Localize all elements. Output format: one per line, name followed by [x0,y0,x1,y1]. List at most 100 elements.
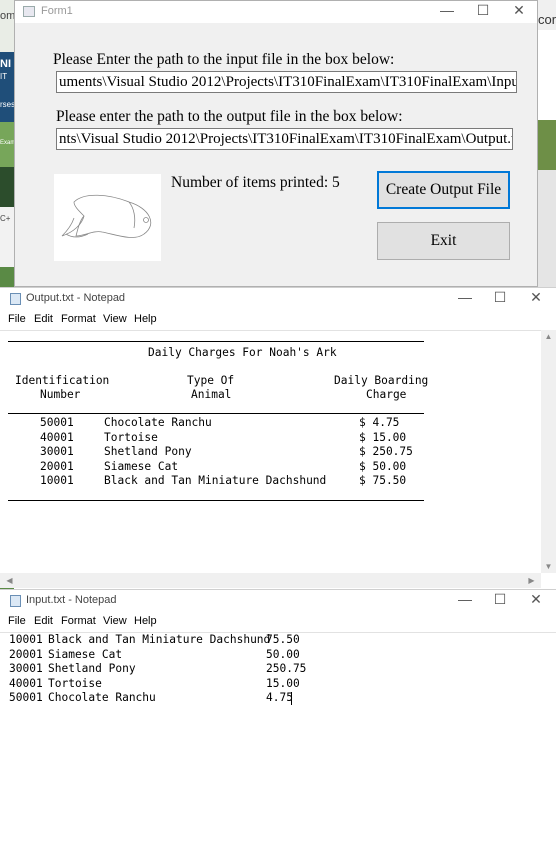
header-id-line2: Number [40,388,81,401]
header-type-line2: Animal [191,388,232,401]
row-animal: Chocolate Ranchu [104,416,212,429]
text-caret [291,692,292,705]
title-bar: Form1 — ☐ ✕ [15,1,537,23]
menu-help[interactable]: Help [134,313,157,325]
header-type-line1: Type Of [187,374,235,387]
items-printed-label: Number of items printed: 5 [171,174,340,191]
line-animal: Siamese Cat [48,647,123,661]
background-desktop-right [538,0,556,290]
maximize-button[interactable]: ☐ [465,1,501,21]
minimize-button[interactable]: — [447,288,483,308]
line-id: 30001 [9,662,43,675]
row-id: 40001 [40,430,74,444]
divider [8,341,424,342]
menu-bar: File Edit Format View Help [0,612,556,632]
menu-edit[interactable]: Edit [34,313,53,325]
scroll-up-icon[interactable]: ▲ [541,332,556,341]
input-path-value: uments\Visual Studio 2012\Projects\IT310… [59,74,517,90]
row-charge: $ 50.00 [359,459,407,473]
row-id: 20001 [40,459,74,473]
background-text: NI [0,58,11,70]
row-animal: Black and Tan Miniature Dachshund [104,474,327,487]
window-title: Form1 [41,5,73,17]
line-value: 250.75 [266,662,307,675]
vertical-scrollbar[interactable]: ▲ ▼ [541,330,556,573]
maximize-button[interactable]: ☐ [482,288,518,308]
output-path-value: nts\Visual Studio 2012\Projects\IT310Fin… [59,131,513,147]
minimize-button[interactable]: — [447,590,483,610]
close-button[interactable]: ✕ [518,590,554,610]
create-output-file-button[interactable]: Create Output File [377,171,510,209]
output-path-label: Please enter the path to the output file… [56,108,403,125]
menu-edit[interactable]: Edit [34,615,53,627]
line-id: 50001 [9,691,43,704]
fish-drawing-icon [61,194,152,238]
background-text: rses [0,100,16,109]
row-charge: $ 15.00 [359,430,407,444]
scroll-right-icon[interactable]: ▶ [524,576,539,585]
background-text: cor [538,12,556,27]
line-animal: Shetland Pony [48,662,136,675]
fish-picture [54,174,161,261]
line-value: 75.50 [266,633,300,646]
output-path-field[interactable]: nts\Visual Studio 2012\Projects\IT310Fin… [56,128,513,150]
form-app-icon [23,6,35,17]
menu-file[interactable]: File [8,615,26,627]
row-charge: $ 75.50 [359,474,407,487]
title-bar: Output.txt - Notepad — ☐ ✕ [0,288,556,310]
menu-format[interactable]: Format [61,615,96,627]
header-charge-line1: Daily Boarding [334,374,429,387]
row-id: 30001 [40,445,74,458]
input-path-label: Please Enter the path to the input file … [53,51,395,68]
line-animal: Tortoise [48,676,102,690]
divider [8,500,424,501]
divider [8,413,424,414]
row-animal: Siamese Cat [104,459,179,473]
row-charge: $ 4.75 [359,416,400,429]
line-id: 10001 [9,633,43,646]
output-notepad-window: Output.txt - Notepad — ☐ ✕ File Edit For… [0,287,556,589]
row-charge: $ 250.75 [359,445,413,458]
line-animal: Black and Tan Miniature Dachshund [48,633,271,646]
menu-file[interactable]: File [8,313,26,325]
scroll-left-icon[interactable]: ◀ [2,576,17,585]
minimize-button[interactable]: — [429,1,465,21]
header-id-line1: Identification [15,374,110,387]
menu-help[interactable]: Help [134,615,157,627]
row-animal: Tortoise [104,430,158,444]
background-text: om [0,10,16,22]
row-id: 50001 [40,416,74,429]
form1-window: Form1 — ☐ ✕ Please Enter the path to the… [14,0,538,287]
close-button[interactable]: ✕ [501,1,537,21]
menu-view[interactable]: View [103,313,127,325]
menu-format[interactable]: Format [61,313,96,325]
report-title: Daily Charges For Noah's Ark [148,346,337,359]
title-bar: Input.txt - Notepad — ☐ ✕ [0,590,556,612]
exit-button[interactable]: Exit [377,222,510,260]
menu-view[interactable]: View [103,615,127,627]
output-text-area[interactable]: Daily Charges For Noah's Ark Identificat… [0,330,556,589]
row-id: 10001 [40,474,74,487]
notepad-icon [10,293,21,305]
notepad-icon [10,595,21,607]
background-text: IT [0,72,8,81]
input-text-area[interactable]: 10001 Black and Tan Miniature Dachshund … [0,632,556,846]
horizontal-scrollbar[interactable]: ◀ ▶ [0,573,541,588]
line-animal: Chocolate Ranchu [48,691,156,704]
line-id: 20001 [9,647,43,661]
close-button[interactable]: ✕ [518,288,554,308]
input-notepad-window: Input.txt - Notepad — ☐ ✕ File Edit Form… [0,589,556,844]
scroll-down-icon[interactable]: ▼ [541,562,556,571]
line-id: 40001 [9,676,43,690]
header-charge-line2: Charge [366,388,407,401]
line-value: 50.00 [266,647,300,661]
input-path-field[interactable]: uments\Visual Studio 2012\Projects\IT310… [56,71,517,93]
window-title: Output.txt - Notepad [26,292,126,304]
maximize-button[interactable]: ☐ [482,590,518,610]
row-animal: Shetland Pony [104,445,192,458]
menu-bar: File Edit Format View Help [0,310,556,330]
background-text: C+ [0,214,11,223]
line-value: 4.75 [266,691,293,704]
line-value: 15.00 [266,676,300,690]
window-title: Input.txt - Notepad [26,594,117,606]
